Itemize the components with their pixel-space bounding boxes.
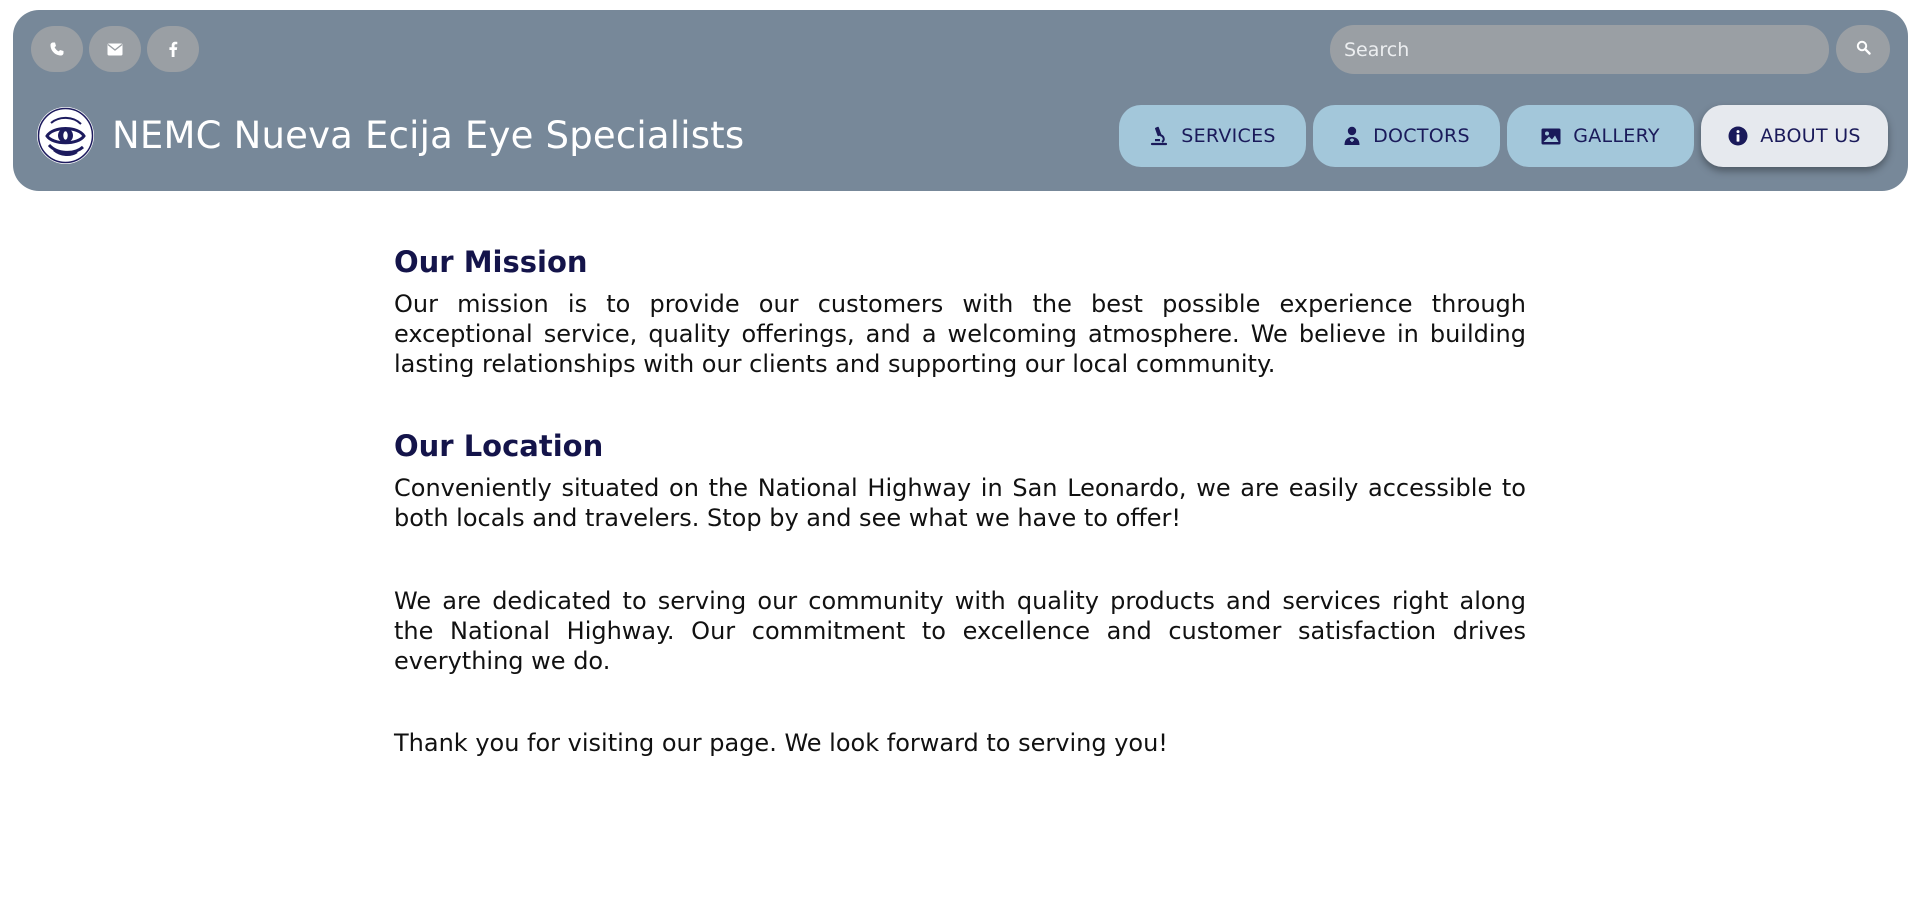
mission-text: Our mission is to provide our customers … [394, 290, 1526, 378]
info-icon [1728, 126, 1748, 146]
dedication-text: We are dedicated to serving our communit… [394, 587, 1526, 675]
main-nav: SERVICES DOCTORS GALLERY ABOUT US [1119, 105, 1888, 167]
site-title: NEMC Nueva Ecija Eye Specialists [112, 114, 745, 157]
social-links [31, 26, 199, 72]
nav-services-button[interactable]: SERVICES [1119, 105, 1306, 167]
phone-icon [49, 41, 65, 57]
search-icon [1856, 40, 1871, 59]
microscope-icon [1149, 126, 1169, 146]
brand[interactable]: NEMC Nueva Ecija Eye Specialists [37, 107, 744, 164]
search-button[interactable] [1836, 25, 1890, 73]
thank-you-text: Thank you for visiting our page. We look… [394, 729, 1168, 757]
search-bar [1330, 25, 1890, 74]
location-heading: Our Location [394, 429, 604, 463]
site-header: NEMC Nueva Ecija Eye Specialists SERVICE… [13, 10, 1908, 191]
doctor-icon [1343, 126, 1361, 146]
nav-services-label: SERVICES [1181, 125, 1276, 147]
nav-gallery-label: GALLERY [1573, 125, 1660, 147]
phone-button[interactable] [31, 26, 83, 72]
location-text: Conveniently situated on the National Hi… [394, 474, 1526, 532]
search-input[interactable] [1330, 25, 1829, 74]
eye-logo [37, 107, 94, 164]
mission-heading: Our Mission [394, 245, 588, 279]
email-button[interactable] [89, 26, 141, 72]
facebook-button[interactable] [147, 26, 199, 72]
about-content: Our Mission Our mission is to provide ou… [394, 245, 1526, 758]
nav-gallery-button[interactable]: GALLERY [1507, 105, 1694, 167]
envelope-icon [107, 43, 123, 56]
nav-about-us-button[interactable]: ABOUT US [1701, 105, 1888, 167]
nav-doctors-label: DOCTORS [1373, 125, 1470, 147]
facebook-icon [168, 41, 178, 57]
image-icon [1541, 128, 1561, 145]
nav-doctors-button[interactable]: DOCTORS [1313, 105, 1500, 167]
nav-about-us-label: ABOUT US [1760, 125, 1861, 147]
